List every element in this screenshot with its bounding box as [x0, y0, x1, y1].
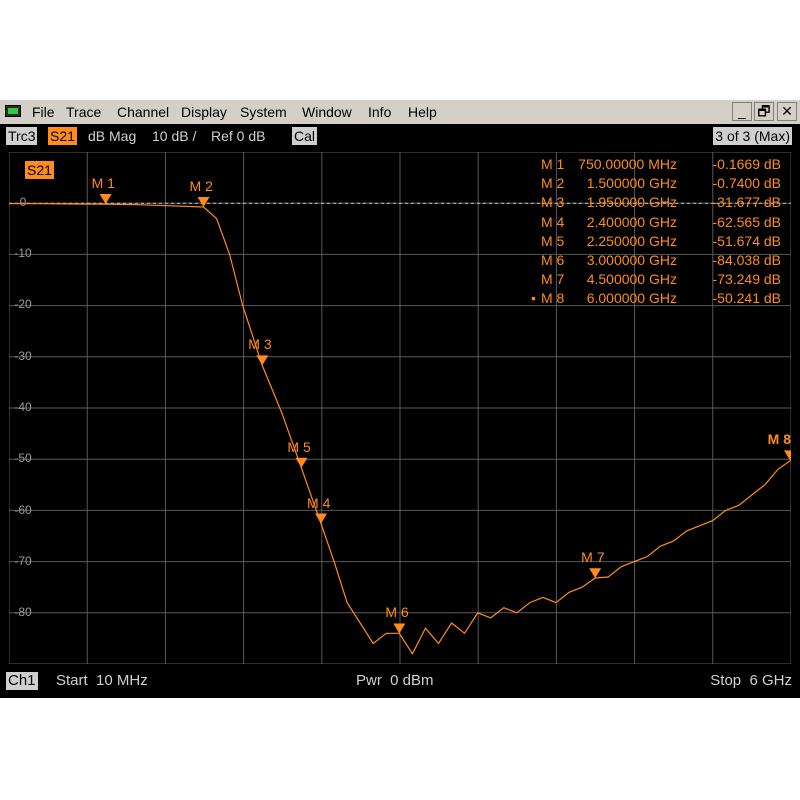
menu-trace[interactable]: Trace [66, 104, 101, 120]
marker-value: -0.7400 dB [712, 175, 782, 192]
menu-display[interactable]: Display [181, 104, 227, 120]
marker-name: M 3 [541, 194, 565, 211]
power-level[interactable]: Pwr 0 dBm [356, 672, 434, 690]
marker-freq: 1.950000 GHz [586, 194, 677, 211]
ytick-label: -70 [14, 554, 32, 568]
trace-count-chip: 3 of 3 (Max) [713, 127, 792, 145]
menu-file[interactable]: File [32, 104, 55, 120]
ytick-label: -10 [14, 246, 32, 260]
status-bar: Ch1 Start 10 MHz Pwr 0 dBm Stop 6 GHz [0, 668, 800, 694]
ytick-label: -80 [14, 605, 32, 619]
marker-row[interactable]: M 1 750.00000 MHz -0.1669 dB [541, 156, 781, 175]
marker-row[interactable]: M 2 1.500000 GHz -0.7400 dB [541, 175, 781, 194]
marker-name: M 6 [541, 251, 565, 268]
trace-label[interactable]: S21 [25, 161, 54, 179]
format-label[interactable]: dB Mag [88, 127, 136, 145]
marker-freq: 1.500000 GHz [586, 175, 677, 192]
menu-info[interactable]: Info [368, 104, 391, 120]
marker-label[interactable]: M 7 [581, 549, 604, 565]
minimize-button[interactable]: _ [732, 102, 752, 121]
start-frequency[interactable]: Start 10 MHz [56, 672, 148, 690]
menu-channel[interactable]: Channel [117, 104, 169, 120]
active-marker-dot: • [531, 290, 536, 307]
marker-row[interactable]: M 3 1.950000 GHz -31.677 dB [541, 194, 781, 213]
marker-value: -31.677 dB [712, 194, 782, 211]
marker-freq: 750.00000 MHz [578, 156, 677, 172]
marker-name: M 1 [541, 156, 565, 172]
marker-row-active[interactable]: • M 8 6.000000 GHz -50.241 dB [531, 290, 782, 309]
marker-value: -0.1669 dB [712, 156, 782, 172]
marker-freq: 2.250000 GHz [586, 232, 677, 249]
parameter-chip[interactable]: S21 [48, 127, 77, 145]
marker-label[interactable]: M 6 [385, 604, 408, 620]
marker-table: M 1 750.00000 MHz -0.1669 dB M 2 1.50000… [531, 156, 782, 310]
marker-label[interactable]: M 2 [190, 178, 213, 194]
app-icon [5, 105, 21, 117]
marker-label[interactable]: M 8 [768, 431, 791, 447]
marker-label[interactable]: M 3 [248, 336, 271, 352]
marker-label[interactable]: M 5 [287, 439, 310, 455]
marker-row[interactable]: M 5 2.250000 GHz -51.674 dB [541, 233, 781, 252]
marker-value: -51.674 dB [712, 232, 782, 249]
restore-button[interactable]: 🗗 [754, 102, 774, 121]
cal-chip[interactable]: Cal [292, 127, 318, 145]
ytick-label: -20 [14, 297, 32, 311]
ref-label[interactable]: Ref 0 dB [211, 127, 265, 145]
marker-freq: 3.000000 GHz [586, 251, 677, 268]
marker-row[interactable]: M 6 3.000000 GHz -84.038 dB [541, 252, 781, 271]
marker-row[interactable]: M 4 2.400000 GHz -62.565 dB [541, 214, 781, 233]
marker-label[interactable]: M 1 [92, 175, 115, 191]
trace-header: Trc3 S21 dB Mag 10 dB / Ref 0 dB Cal 3 o… [0, 124, 800, 148]
marker-name: M 4 [541, 213, 565, 230]
ytick-label: -50 [14, 451, 32, 465]
marker-freq: 2.400000 GHz [586, 213, 677, 230]
marker-freq: 4.500000 GHz [586, 271, 677, 288]
marker-name: M 2 [541, 175, 565, 192]
ytick-label: -60 [14, 503, 32, 517]
menu-help[interactable]: Help [408, 104, 437, 120]
marker-value: -62.565 dB [712, 213, 782, 230]
menu-system[interactable]: System [240, 104, 287, 120]
menu-window[interactable]: Window [302, 104, 352, 120]
ytick-label: 0 [19, 195, 27, 209]
ytick-label: -40 [14, 400, 32, 414]
marker-row[interactable]: M 7 4.500000 GHz -73.249 dB [541, 271, 781, 290]
ytick-label: -30 [14, 349, 32, 363]
plot-area[interactable]: 0 -10 -20 -30 -40 -50 -60 -70 -80 S21 M … [9, 152, 791, 664]
channel-chip[interactable]: Ch1 [6, 672, 38, 690]
marker-name: M 5 [541, 232, 565, 249]
close-button[interactable]: ✕ [777, 102, 797, 121]
marker-freq: 6.000000 GHz [586, 290, 677, 307]
scale-label[interactable]: 10 dB / [152, 127, 196, 145]
marker-value: -50.241 dB [712, 290, 782, 307]
marker-label[interactable]: M 4 [307, 495, 330, 511]
menu-bar: File Trace Channel Display System Window… [0, 100, 800, 125]
marker-name: M 7 [541, 271, 565, 288]
marker-value: -73.249 dB [712, 271, 782, 288]
marker-value: -84.038 dB [712, 251, 782, 268]
vna-window: File Trace Channel Display System Window… [0, 100, 800, 698]
trace-name-chip[interactable]: Trc3 [6, 127, 38, 145]
marker-name: M 8 [541, 290, 565, 307]
stop-frequency[interactable]: Stop 6 GHz [710, 672, 792, 690]
